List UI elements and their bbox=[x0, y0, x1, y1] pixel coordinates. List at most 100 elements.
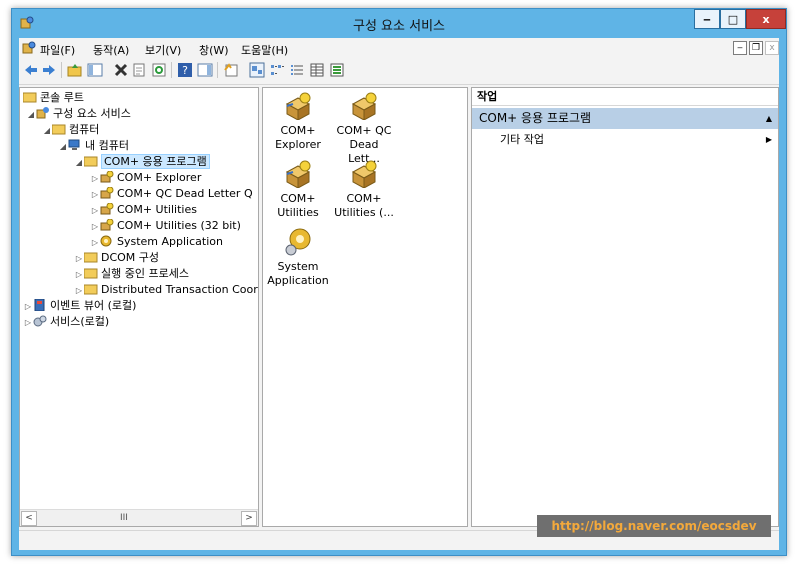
computer-icon bbox=[68, 139, 82, 151]
mdi-close-button[interactable]: x bbox=[765, 41, 779, 55]
action-label: 기타 작업 bbox=[500, 133, 544, 146]
mdi-restore-button[interactable]: ❐ bbox=[749, 41, 763, 55]
services-icon bbox=[33, 315, 47, 327]
tree-item-com-utilities[interactable]: ▷ COM+ Utilities bbox=[90, 202, 197, 218]
collapse-arrow-icon[interactable]: ◢ bbox=[74, 155, 84, 171]
back-arrow-icon[interactable] bbox=[23, 62, 39, 78]
status-view-icon[interactable] bbox=[329, 62, 345, 78]
delete-icon[interactable] bbox=[113, 62, 129, 78]
expand-arrow-icon[interactable]: ▷ bbox=[23, 315, 33, 331]
tree-item-services-local[interactable]: ▷ 서비스(로컬) bbox=[23, 314, 109, 330]
toolbar-separator bbox=[61, 62, 62, 78]
tree-item-console-root[interactable]: 콘솔 루트 bbox=[22, 90, 84, 106]
component-services-icon[interactable] bbox=[22, 41, 36, 55]
list-item-system-application[interactable]: System Application bbox=[267, 228, 329, 288]
tree-item-running-processes[interactable]: ▷ 실행 중인 프로세스 bbox=[74, 266, 189, 282]
tree-item-label: COM+ QC Dead Letter Q bbox=[117, 187, 253, 200]
scroll-left-button[interactable]: < bbox=[21, 511, 37, 526]
large-icons-icon[interactable] bbox=[249, 62, 265, 78]
menu-action[interactable]: 동작(A) bbox=[93, 42, 129, 58]
com-app-icon bbox=[285, 160, 311, 188]
expand-arrow-icon[interactable]: ▷ bbox=[74, 251, 84, 267]
list-item-com-qc-dead-letter[interactable]: COM+ QC Dead Lett... bbox=[333, 92, 395, 166]
list-item-com-utilities-32bit[interactable]: COM+ Utilities (... bbox=[333, 160, 395, 220]
expand-arrow-icon[interactable]: ▷ bbox=[90, 187, 100, 203]
tree-item-distributed-transaction[interactable]: ▷ Distributed Transaction Coor bbox=[74, 282, 258, 298]
svg-text:?: ? bbox=[182, 64, 188, 77]
expand-arrow-icon[interactable]: ▷ bbox=[74, 283, 84, 299]
title-bar[interactable]: 구성 요소 서비스 ‒ □ x bbox=[12, 9, 786, 37]
expand-arrow-icon[interactable]: ▷ bbox=[90, 219, 100, 235]
tree-item-my-computer[interactable]: ◢ 내 컴퓨터 bbox=[58, 138, 129, 154]
list-item-label: COM+ QC bbox=[336, 124, 392, 137]
tree-item-com-qc-dead-letter[interactable]: ▷ COM+ QC Dead Letter Q bbox=[90, 186, 253, 202]
tree-item-computers[interactable]: ◢ 컴퓨터 bbox=[42, 122, 99, 138]
event-viewer-icon bbox=[33, 298, 47, 312]
actions-group-com-applications[interactable]: COM+ 응용 프로그램 ▲ bbox=[472, 108, 778, 129]
menu-window[interactable]: 창(W) bbox=[199, 42, 229, 58]
scroll-right-button[interactable]: > bbox=[241, 511, 257, 526]
list-item-com-explorer[interactable]: COM+ Explorer bbox=[267, 92, 329, 152]
com-app-icon bbox=[100, 186, 114, 199]
tree-item-label: 구성 요소 서비스 bbox=[53, 107, 131, 120]
forward-arrow-icon[interactable] bbox=[41, 62, 57, 78]
expand-arrow-icon[interactable]: ▷ bbox=[90, 203, 100, 219]
com-app-icon bbox=[351, 160, 377, 188]
close-button[interactable]: x bbox=[746, 9, 786, 29]
refresh-icon[interactable] bbox=[151, 62, 167, 78]
maximize-button[interactable]: □ bbox=[720, 9, 746, 29]
actions-header: 작업 bbox=[472, 88, 778, 106]
expand-arrow-icon[interactable]: ▷ bbox=[74, 267, 84, 283]
up-folder-icon[interactable] bbox=[67, 62, 83, 78]
expand-arrow-icon[interactable]: ▷ bbox=[90, 235, 100, 251]
folder-icon bbox=[22, 91, 37, 103]
action-more-actions[interactable]: 기타 작업 ▶ bbox=[472, 131, 778, 149]
list-item-com-utilities[interactable]: COM+ Utilities bbox=[267, 160, 329, 220]
scroll-thumb[interactable]: III bbox=[120, 513, 128, 523]
small-icons-icon[interactable] bbox=[269, 62, 285, 78]
tree-item-component-services[interactable]: ◢ 구성 요소 서비스 bbox=[26, 106, 131, 122]
collapse-arrow-icon[interactable]: ◢ bbox=[58, 139, 68, 155]
tree-item-com-applications[interactable]: ◢ COM+ 응용 프로그램 bbox=[74, 154, 210, 170]
com-app-icon bbox=[100, 170, 114, 183]
tree-item-com-explorer[interactable]: ▷ COM+ Explorer bbox=[90, 170, 201, 186]
folder-icon bbox=[83, 267, 98, 279]
collapse-arrow-icon[interactable]: ◢ bbox=[26, 107, 36, 123]
content-pane[interactable]: COM+ Explorer COM+ QC Dead Lett... COM+ … bbox=[262, 87, 468, 527]
tree-item-event-viewer[interactable]: ▷ 이벤트 뷰어 (로컬) bbox=[23, 298, 136, 314]
system-app-icon bbox=[100, 235, 114, 247]
minimize-button[interactable]: ‒ bbox=[694, 9, 720, 29]
details-icon[interactable] bbox=[309, 62, 325, 78]
show-action-pane-icon[interactable] bbox=[197, 62, 213, 78]
menu-view[interactable]: 보기(V) bbox=[145, 42, 181, 58]
properties-icon[interactable] bbox=[131, 62, 147, 78]
list-item-label: Explorer bbox=[275, 138, 321, 151]
tree-item-label: 내 컴퓨터 bbox=[85, 139, 129, 152]
watermark-url: http://blog.naver.com/eocsdev bbox=[537, 515, 771, 537]
tree-item-label: 서비스(로컬) bbox=[50, 315, 110, 328]
collapse-caret-icon[interactable]: ▲ bbox=[766, 108, 772, 129]
menu-help[interactable]: 도움말(H) bbox=[241, 42, 288, 58]
list-item-label: COM+ bbox=[280, 124, 316, 137]
tree-item-label: 콘솔 루트 bbox=[40, 91, 84, 104]
help-icon[interactable]: ? bbox=[177, 62, 193, 78]
new-window-icon[interactable] bbox=[223, 62, 239, 78]
list-icon[interactable] bbox=[289, 62, 305, 78]
folder-icon bbox=[83, 251, 98, 263]
console-tree-pane[interactable]: 콘솔 루트 ◢ 구성 요소 서비스 ◢ 컴퓨터 ◢ 내 컴퓨터 ◢ COM+ 응용 프로… bbox=[19, 87, 259, 527]
menu-file[interactable]: 파일(F) bbox=[40, 42, 75, 58]
mdi-minimize-button[interactable]: ‒ bbox=[733, 41, 747, 55]
expand-arrow-icon[interactable]: ▷ bbox=[90, 171, 100, 187]
menu-bar: 파일(F) 동작(A) 보기(V) 창(W) 도움말(H) ‒ ❐ x bbox=[19, 38, 779, 58]
client-area: 파일(F) 동작(A) 보기(V) 창(W) 도움말(H) ‒ ❐ x ? 콘솔… bbox=[19, 38, 779, 550]
tree-horizontal-scrollbar[interactable]: < III > bbox=[20, 509, 258, 526]
tree-item-dcom-config[interactable]: ▷ DCOM 구성 bbox=[74, 250, 159, 266]
com-app-icon bbox=[100, 218, 114, 231]
tree-item-com-utilities-32bit[interactable]: ▷ COM+ Utilities (32 bit) bbox=[90, 218, 241, 234]
expand-arrow-icon[interactable]: ▷ bbox=[23, 299, 33, 315]
list-item-label: COM+ bbox=[280, 192, 316, 205]
folder-icon bbox=[83, 283, 98, 295]
collapse-arrow-icon[interactable]: ◢ bbox=[42, 123, 52, 139]
tree-item-system-application[interactable]: ▷ System Application bbox=[90, 234, 223, 250]
show-tree-icon[interactable] bbox=[87, 62, 103, 78]
